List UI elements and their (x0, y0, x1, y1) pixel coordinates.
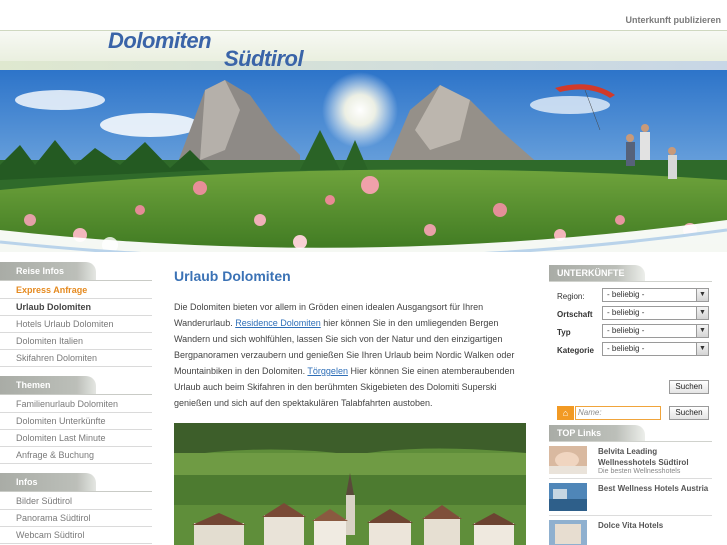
kategorie-select[interactable]: - beliebig - ▼ (602, 342, 709, 356)
typ-label: Typ (557, 328, 571, 337)
top-bar: Unterkunft publizieren (0, 0, 727, 30)
chevron-down-icon: ▼ (696, 289, 708, 301)
main-content: Urlaub Dolomiten Die Dolomiten bieten vo… (174, 268, 526, 411)
toerggelen-link[interactable]: Törggelen (307, 366, 348, 376)
nav-heading-infos: Infos (0, 473, 96, 491)
region-row: Region: - beliebig - ▼ (549, 288, 712, 306)
nav-urlaub-dolomiten[interactable]: Urlaub Dolomiten (0, 299, 152, 316)
top-link-title: Dolce Vita Hotels (598, 521, 664, 530)
top-link-subtitle: Die besten Wellnesshotels (598, 468, 681, 475)
ortschaft-select-value: - beliebig - (607, 308, 645, 317)
nav-heading-themen: Themen (0, 376, 96, 394)
nav-hotels-urlaub-dolomiten[interactable]: Hotels Urlaub Dolomiten (0, 316, 152, 333)
ortschaft-row: Ortschaft - beliebig - ▼ (549, 306, 712, 324)
nav-heading-reise-infos: Reise Infos (0, 262, 96, 280)
nav-bilder-suedtirol[interactable]: Bilder Südtirol (0, 493, 152, 510)
name-search-button[interactable]: Suchen (669, 406, 709, 420)
region-label: Region: (557, 292, 585, 301)
typ-select-value: - beliebig - (607, 326, 645, 335)
top-link-item[interactable]: Belvita Leading Wellnesshotels Südtirol … (549, 442, 712, 479)
kategorie-row: Kategorie - beliebig - ▼ (549, 342, 712, 360)
village-photo (174, 423, 526, 545)
nav-dolomiten-last-minute[interactable]: Dolomiten Last Minute (0, 430, 152, 447)
top-links-panel: TOP Links Belvita Leading Wellnesshotels… (549, 425, 712, 545)
top-link-title: Belvita Leading Wellnesshotels Südtirol (598, 447, 689, 467)
residence-dolomiten-link[interactable]: Residence Dolomiten (235, 318, 321, 328)
nav-anfrage-buchung[interactable]: Anfrage & Buchung (0, 447, 152, 464)
site-header: Dolomiten Südtirol (0, 30, 727, 71)
left-sidebar: Reise Infos Express Anfrage Urlaub Dolom… (0, 262, 152, 544)
top-link-title: Best Wellness Hotels Austria (598, 484, 709, 493)
nav-panorama-suedtirol[interactable]: Panorama Südtirol (0, 510, 152, 527)
hotel-pool-thumbnail (549, 483, 587, 511)
search-button[interactable]: Suchen (669, 380, 709, 394)
chevron-down-icon: ▼ (696, 325, 708, 337)
typ-select[interactable]: - beliebig - ▼ (602, 324, 709, 338)
region-select-value: - beliebig - (607, 290, 645, 299)
nav-dolomiten-italien[interactable]: Dolomiten Italien (0, 333, 152, 350)
typ-row: Typ - beliebig - ▼ (549, 324, 712, 342)
region-select[interactable]: - beliebig - ▼ (602, 288, 709, 302)
nav-express-anfrage[interactable]: Express Anfrage (0, 282, 152, 299)
nav-skifahren-dolomiten[interactable]: Skifahren Dolomiten (0, 350, 152, 367)
ortschaft-label: Ortschaft (557, 310, 593, 319)
header-banner-image (0, 70, 727, 252)
accommodation-search-panel: UNTERKÜNFTE Region: - beliebig - ▼ Ortsch… (549, 265, 712, 421)
intro-paragraph: Die Dolomiten bieten vor allem in Gröden… (174, 299, 526, 411)
nav-dolomiten-unterkuenfte[interactable]: Dolomiten Unterkünfte (0, 413, 152, 430)
nav-familienurlaub[interactable]: Familienurlaub Dolomiten (0, 396, 152, 413)
wellness-thumbnail (549, 446, 587, 474)
top-link-item[interactable]: Dolce Vita Hotels (549, 516, 712, 545)
house-icon: ⌂ (557, 406, 574, 420)
name-search-input[interactable]: Name: (575, 406, 661, 420)
publish-accommodation-link[interactable]: Unterkunft publizieren (625, 15, 721, 25)
dolce-vita-thumbnail (549, 520, 587, 545)
chevron-down-icon: ▼ (696, 307, 708, 319)
site-logo[interactable]: Dolomiten Südtirol (108, 30, 304, 70)
nav-webcam-suedtirol[interactable]: Webcam Südtirol (0, 527, 152, 544)
unterkuenfte-heading: UNTERKÜNFTE (549, 265, 645, 281)
top-link-item[interactable]: Best Wellness Hotels Austria (549, 479, 712, 516)
kategorie-select-value: - beliebig - (607, 344, 645, 353)
kategorie-label: Kategorie (557, 346, 594, 355)
ortschaft-select[interactable]: - beliebig - ▼ (602, 306, 709, 320)
top-links-heading: TOP Links (549, 425, 645, 441)
chevron-down-icon: ▼ (696, 343, 708, 355)
page-title: Urlaub Dolomiten (174, 268, 291, 284)
